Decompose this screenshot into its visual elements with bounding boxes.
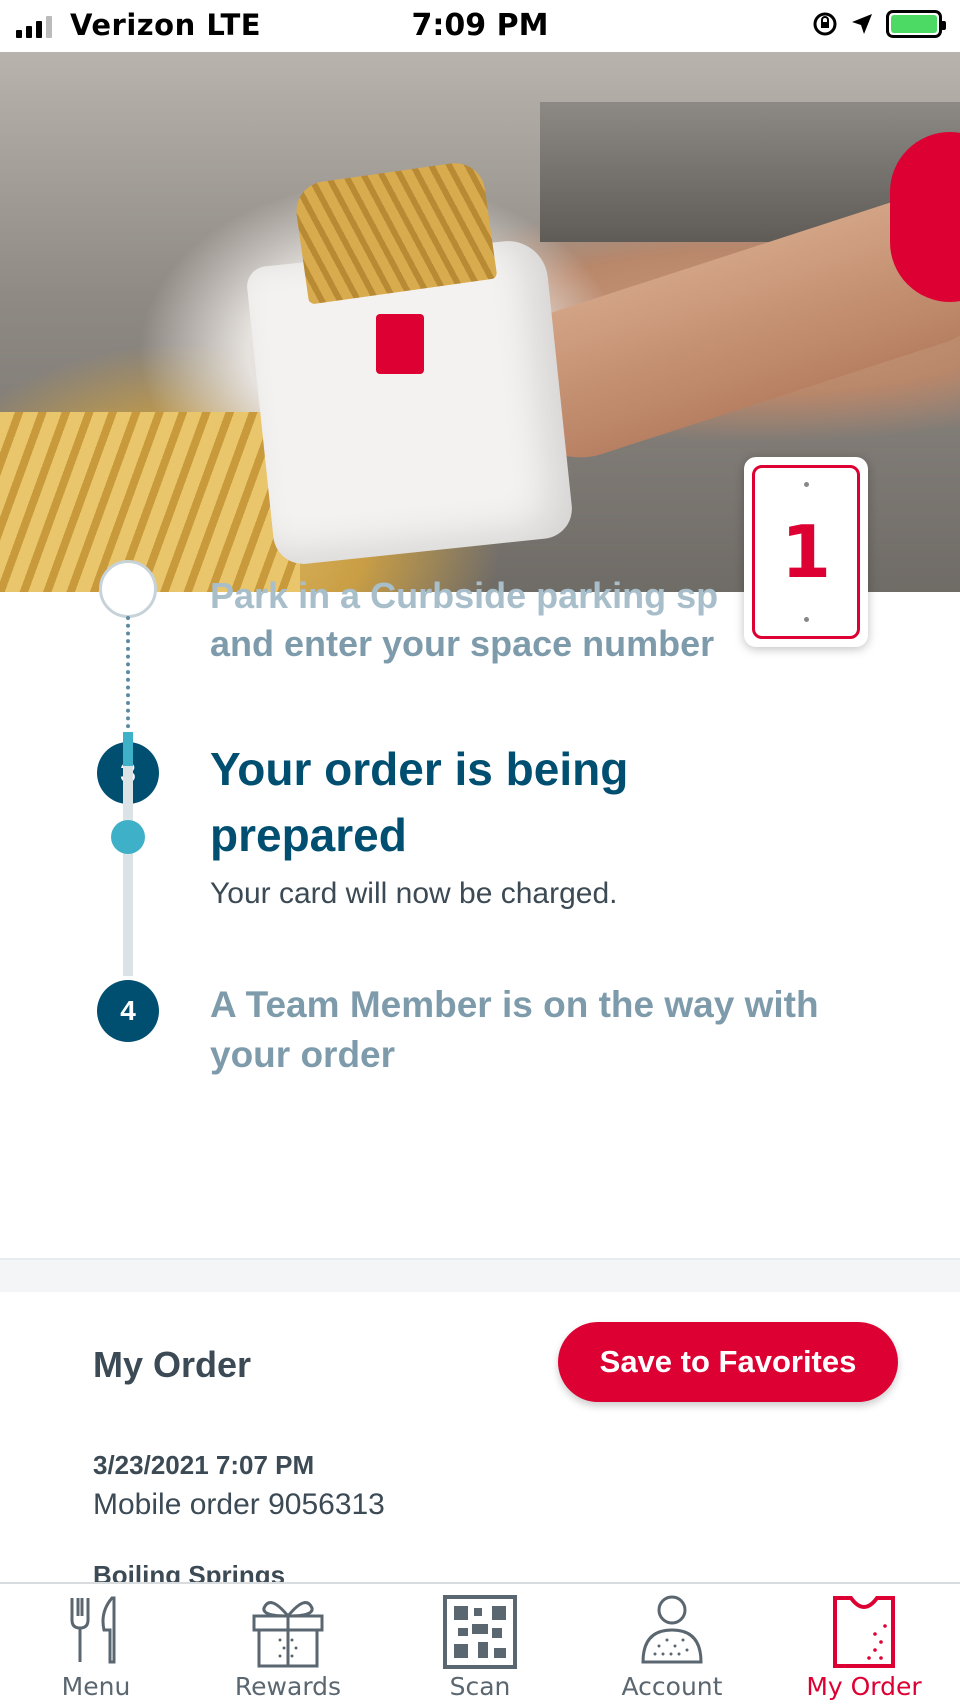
order-date: 3/23/2021 7:07 PM (93, 1450, 315, 1480)
person-icon (641, 1595, 703, 1664)
tab-my-order[interactable]: My Order (768, 1584, 960, 1708)
qr-code-icon (443, 1595, 517, 1669)
step-2-check-icon (99, 560, 157, 618)
tab-rewards[interactable]: Rewards (192, 1584, 384, 1708)
parking-space-number: 1 (780, 510, 832, 594)
save-to-favorites-button[interactable]: Save to Favorites (558, 1322, 898, 1402)
status-icons (812, 10, 946, 38)
order-number: Mobile order 9056313 (93, 1488, 385, 1521)
step-2-text: Park in a Curbside parking sp and enter … (210, 575, 719, 664)
tab-menu[interactable]: Menu (0, 1584, 192, 1708)
step-3-description: Your card will now be charged. (210, 877, 618, 910)
bag-icon (833, 1596, 895, 1668)
progress-track (123, 732, 133, 976)
status-bar: Verizon LTE 7:09 PM (0, 0, 960, 52)
step-4-badge: 4 (97, 980, 159, 1042)
battery-charging-icon (886, 10, 946, 38)
my-order-section: My Order Save to Favorites 3/23/2021 7:0… (0, 1292, 960, 1582)
progress-indicator (111, 820, 145, 854)
tab-account[interactable]: Account (576, 1584, 768, 1708)
tab-scan-label: Scan (449, 1672, 511, 1701)
order-location: Boiling Springs (93, 1560, 286, 1582)
location-arrow-icon (852, 14, 872, 34)
tab-scan[interactable]: Scan (384, 1584, 576, 1708)
section-divider (0, 1258, 960, 1292)
brand-logo (376, 314, 424, 374)
tab-my-order-label: My Order (806, 1672, 922, 1701)
order-status-steps: Park in a Curbside parking sp and enter … (0, 560, 960, 1262)
step-connector-dotted (126, 616, 130, 736)
tab-bar: Menu Rewards Scan Account My Order (0, 1582, 960, 1708)
progress-fill (123, 732, 133, 766)
order-section-title: My Order (93, 1344, 252, 1385)
parking-space-card[interactable]: 1 (744, 457, 868, 647)
step-3-title: Your order is being prepared (210, 743, 629, 861)
gift-icon (252, 1601, 324, 1668)
tab-account-label: Account (621, 1672, 723, 1701)
fork-knife-icon (70, 1596, 116, 1664)
step-4-title: A Team Member is on the way with your or… (210, 984, 819, 1075)
screen-rotation-lock-icon (813, 12, 837, 36)
tab-menu-label: Menu (61, 1672, 131, 1701)
tab-rewards-label: Rewards (234, 1672, 342, 1701)
